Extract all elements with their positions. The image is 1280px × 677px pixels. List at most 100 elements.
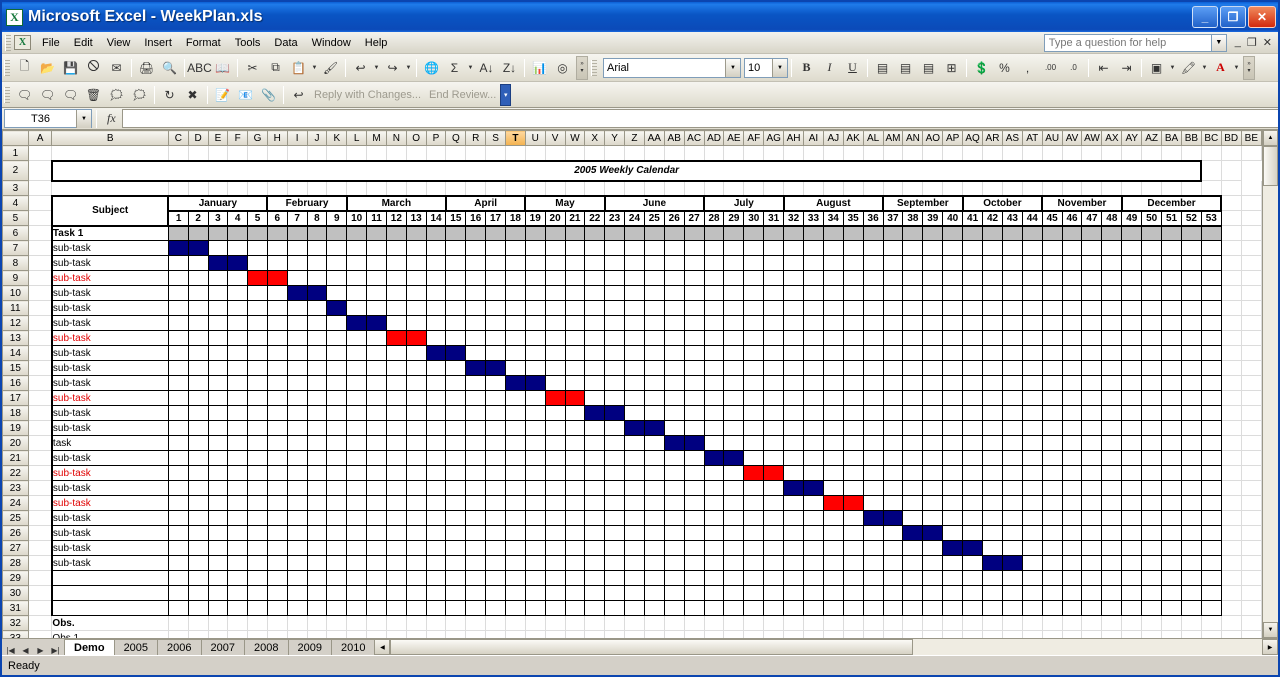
cell-AP-30[interactable] — [943, 586, 963, 601]
cell-BE-18[interactable] — [1241, 406, 1261, 421]
first-tab-icon[interactable]: |◀ — [3, 646, 18, 655]
cell-P-13[interactable] — [426, 331, 446, 346]
delete-comment-icon[interactable]: 🗑 — [82, 84, 105, 106]
week-header-20[interactable]: 20 — [545, 211, 565, 226]
cell-AO-29[interactable] — [923, 571, 943, 586]
gantt-bar-row-8-week-3[interactable] — [208, 256, 228, 271]
cell-AS-15[interactable] — [1002, 361, 1022, 376]
cell-L-15[interactable] — [347, 361, 367, 376]
cell-AE-30[interactable] — [724, 586, 744, 601]
gantt-bar-row-24-week-35[interactable] — [843, 496, 863, 511]
cell-N-26[interactable] — [386, 526, 406, 541]
cell-G-13[interactable] — [248, 331, 268, 346]
row-header-13[interactable]: 13 — [3, 331, 29, 346]
cell-T-30[interactable] — [505, 586, 525, 601]
month-header-february[interactable]: February — [267, 196, 346, 211]
cell-S-11[interactable] — [486, 301, 506, 316]
column-header-AL[interactable]: AL — [863, 131, 883, 146]
cell-AE-19[interactable] — [724, 421, 744, 436]
cell-AB-17[interactable] — [664, 391, 684, 406]
cell-N-22[interactable] — [386, 466, 406, 481]
cell-F-26[interactable] — [228, 526, 248, 541]
column-header-AI[interactable]: AI — [804, 131, 824, 146]
cell-AI-19[interactable] — [804, 421, 824, 436]
cell-AQ-23[interactable] — [963, 481, 983, 496]
cell-O-19[interactable] — [406, 421, 426, 436]
cell-E-20[interactable] — [208, 436, 228, 451]
row-header-7[interactable]: 7 — [3, 241, 29, 256]
cell-J-29[interactable] — [307, 571, 327, 586]
column-header-AO[interactable]: AO — [923, 131, 943, 146]
cell-F-22[interactable] — [228, 466, 248, 481]
week-header-3[interactable]: 3 — [208, 211, 228, 226]
cell-L-29[interactable] — [347, 571, 367, 586]
cell-Z-26[interactable] — [625, 526, 645, 541]
cell-BA-9[interactable] — [1162, 271, 1182, 286]
cell-A-30[interactable] — [28, 586, 52, 601]
cell-R-25[interactable] — [466, 511, 486, 526]
cell-AC-8[interactable] — [684, 256, 704, 271]
cell-AG-10[interactable] — [764, 286, 784, 301]
cell-V-22[interactable] — [545, 466, 565, 481]
cell-AV-26[interactable] — [1062, 526, 1082, 541]
scroll-down-icon[interactable]: ▼ — [1263, 622, 1278, 638]
cell-AI-18[interactable] — [804, 406, 824, 421]
cell-F-28[interactable] — [228, 556, 248, 571]
cell-P-15[interactable] — [426, 361, 446, 376]
cell-F-1[interactable] — [228, 146, 248, 161]
cell-AX-12[interactable] — [1102, 316, 1122, 331]
cell-AH-21[interactable] — [784, 451, 804, 466]
cell-AI-21[interactable] — [804, 451, 824, 466]
name-box[interactable]: T36 ▼ — [4, 109, 92, 128]
cell-O-15[interactable] — [406, 361, 426, 376]
column-header-AH[interactable]: AH — [784, 131, 804, 146]
cell-P-7[interactable] — [426, 241, 446, 256]
cell-AH-17[interactable] — [784, 391, 804, 406]
row-header-23[interactable]: 23 — [3, 481, 29, 496]
cell-Y-30[interactable] — [605, 586, 625, 601]
cell-AQ-12[interactable] — [963, 316, 983, 331]
cell-E-31[interactable] — [208, 601, 228, 616]
cell-S-21[interactable] — [486, 451, 506, 466]
cell-AJ-27[interactable] — [823, 541, 843, 556]
cell-AU-13[interactable] — [1042, 331, 1062, 346]
cell-AH-12[interactable] — [784, 316, 804, 331]
cell-AR-12[interactable] — [983, 316, 1003, 331]
cell-AT-32[interactable] — [1022, 616, 1042, 631]
cell-W-26[interactable] — [565, 526, 585, 541]
cell-Y-7[interactable] — [605, 241, 625, 256]
cell-AF-15[interactable] — [744, 361, 764, 376]
cell-G-11[interactable] — [248, 301, 268, 316]
cell-D-19[interactable] — [188, 421, 208, 436]
cell-V-31[interactable] — [545, 601, 565, 616]
cell-A-32[interactable] — [28, 616, 52, 631]
minimize-button[interactable]: _ — [1192, 6, 1218, 28]
cell-J-33[interactable] — [307, 631, 327, 639]
borders-icon[interactable]: ▣ — [1145, 57, 1168, 79]
cell-W-7[interactable] — [565, 241, 585, 256]
cell-A-10[interactable] — [28, 286, 52, 301]
cell-AR-32[interactable] — [983, 616, 1003, 631]
cell-BD-5[interactable] — [1221, 211, 1241, 226]
cell-AW-8[interactable] — [1082, 256, 1102, 271]
cell-R-3[interactable] — [466, 181, 486, 196]
hide-comments-icon[interactable]: 🗯 — [128, 84, 151, 106]
cell-X-10[interactable] — [585, 286, 605, 301]
cell-AW-31[interactable] — [1082, 601, 1102, 616]
row-header-20[interactable]: 20 — [3, 436, 29, 451]
cell-BD-2[interactable] — [1201, 161, 1221, 181]
cell-AP-8[interactable] — [943, 256, 963, 271]
column-header-AM[interactable]: AM — [883, 131, 903, 146]
cell-AX-24[interactable] — [1102, 496, 1122, 511]
cell-AE-12[interactable] — [724, 316, 744, 331]
cell-AH-30[interactable] — [784, 586, 804, 601]
cell-E-23[interactable] — [208, 481, 228, 496]
cell-BC-24[interactable] — [1201, 496, 1221, 511]
cell-V-8[interactable] — [545, 256, 565, 271]
cell-U-10[interactable] — [525, 286, 545, 301]
cell-U-7[interactable] — [525, 241, 545, 256]
column-header-AE[interactable]: AE — [724, 131, 744, 146]
cell-D-1[interactable] — [188, 146, 208, 161]
cell-AP-25[interactable] — [943, 511, 963, 526]
cell-T-26[interactable] — [505, 526, 525, 541]
